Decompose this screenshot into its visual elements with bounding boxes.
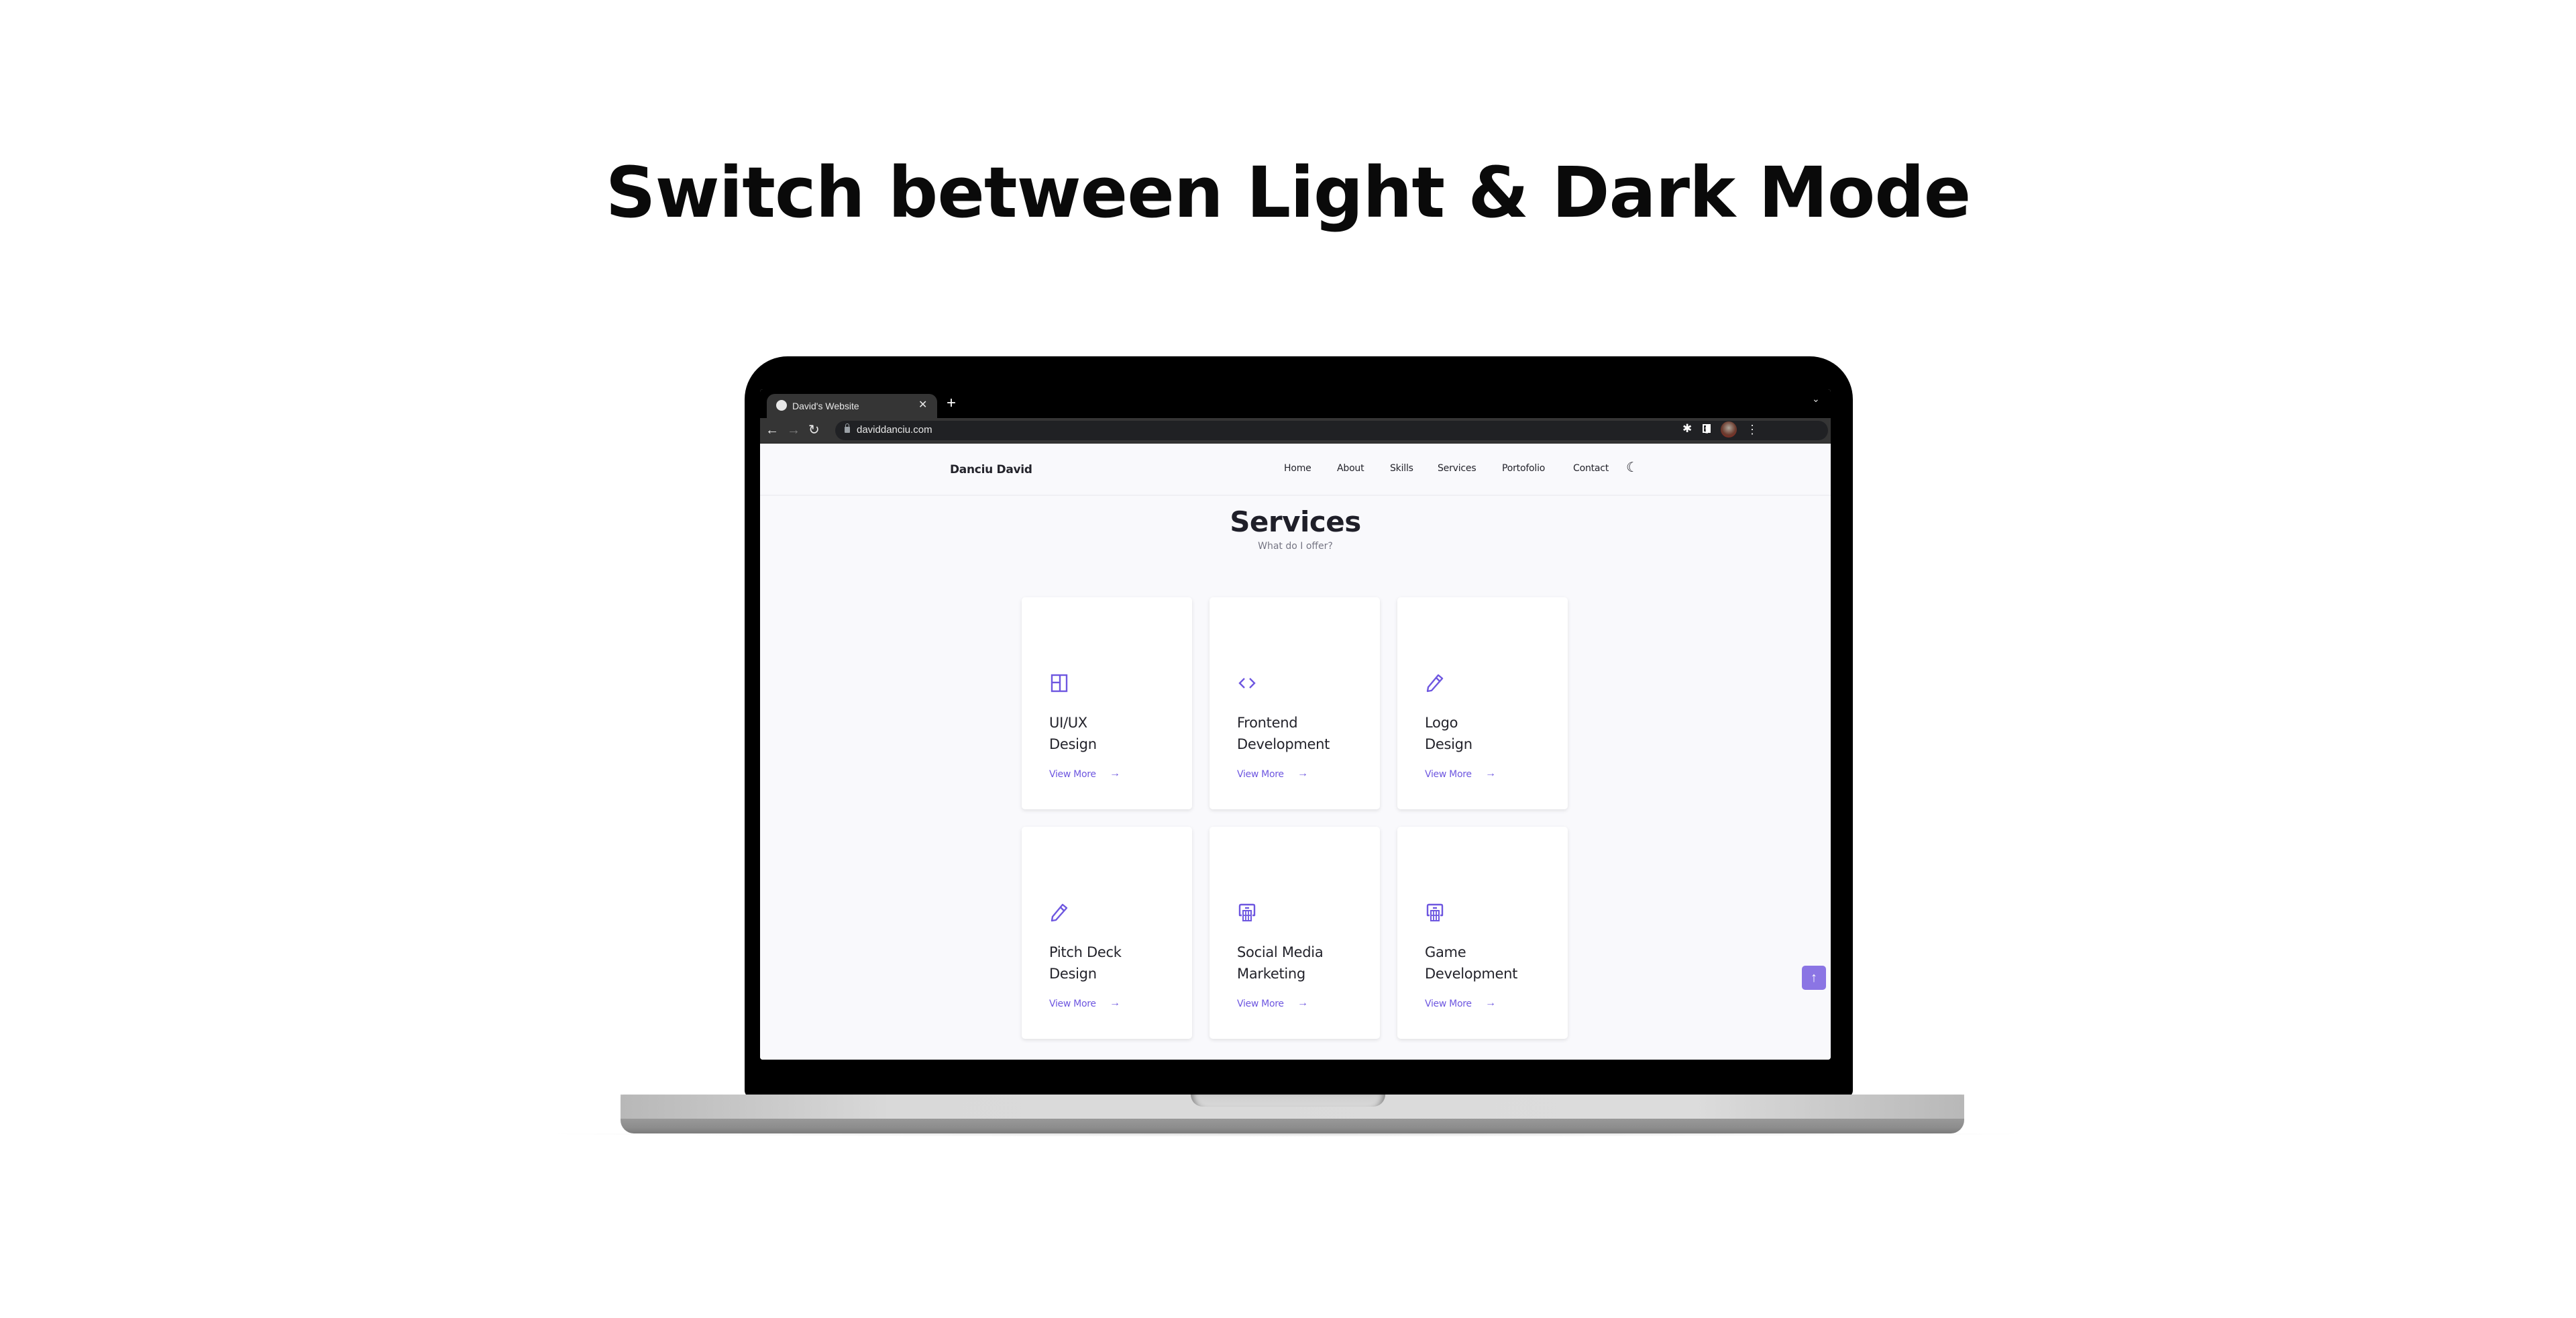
view-more-link[interactable]: View More <box>1049 769 1096 780</box>
view-more-link[interactable]: View More <box>1049 999 1096 1009</box>
browser-tab[interactable]: David's Website ✕ <box>767 394 937 418</box>
service-card: Frontend Development View More → <box>1210 597 1380 809</box>
close-icon[interactable]: ✕ <box>918 398 927 413</box>
nav-about[interactable]: About <box>1337 463 1364 474</box>
card-title-line1: Frontend <box>1237 715 1298 731</box>
laptop-screen: David's Website ✕ + ⌄ ← → ↻ daviddanciu.… <box>760 389 1831 1060</box>
globe-icon <box>776 400 787 411</box>
nav-services[interactable]: Services <box>1438 463 1477 474</box>
service-card: Social Media Marketing View More → <box>1210 827 1380 1039</box>
card-title-line1: Social Media <box>1237 944 1324 960</box>
browser-tab-bar: David's Website ✕ + ⌄ <box>760 389 1831 418</box>
nav-skills[interactable]: Skills <box>1390 463 1413 474</box>
page-headline: Switch between Light & Dark Mode <box>605 152 1972 234</box>
section-subtitle: What do I offer? <box>1258 541 1333 552</box>
layout-icon <box>1051 674 1068 693</box>
arrow-right-icon[interactable]: → <box>1297 997 1308 1009</box>
arrow-right-icon[interactable]: → <box>1485 768 1496 780</box>
nav-contact[interactable]: Contact <box>1573 463 1609 474</box>
view-more-link[interactable]: View More <box>1237 999 1284 1009</box>
card-title: Frontend Development <box>1237 712 1330 755</box>
view-more-link[interactable]: View More <box>1425 999 1472 1009</box>
laptop-hinge-notch <box>1191 1095 1385 1107</box>
card-title-line2: Development <box>1425 966 1518 982</box>
scroll-to-top-button[interactable]: ↑ <box>1802 966 1826 990</box>
section-title: Services <box>1230 505 1361 538</box>
card-title: Logo Design <box>1425 712 1472 755</box>
card-title: Game Development <box>1425 942 1517 984</box>
address-bar[interactable]: daviddanciu.com ⇪ ★ <box>835 421 1828 440</box>
browser-menu-icon[interactable]: ⋮ <box>1746 421 1758 438</box>
service-card: Game Development View More → <box>1397 827 1568 1039</box>
card-title-line2: Design <box>1425 736 1472 752</box>
card-title-line2: Development <box>1237 736 1330 752</box>
profile-avatar[interactable] <box>1721 421 1737 438</box>
card-title-line2: Marketing <box>1237 966 1305 982</box>
moon-icon[interactable]: ☾ <box>1626 459 1638 476</box>
reload-button[interactable]: ↻ <box>808 422 820 438</box>
site-logo[interactable]: Danciu David <box>950 463 1032 476</box>
service-card: UI/UX Design View More → <box>1022 597 1192 809</box>
site-header: Danciu David Home About Skills Services … <box>760 444 1831 496</box>
pencil-icon <box>1426 674 1444 693</box>
chevron-down-icon[interactable]: ⌄ <box>1812 393 1820 405</box>
service-card: Pitch Deck Design View More → <box>1022 827 1192 1039</box>
nav-home[interactable]: Home <box>1284 463 1311 474</box>
basket-icon <box>1238 903 1256 921</box>
view-more-link[interactable]: View More <box>1425 769 1472 780</box>
new-tab-button[interactable]: + <box>947 395 956 412</box>
arrow-right-icon[interactable]: → <box>1297 768 1308 780</box>
card-title: Social Media Marketing <box>1237 942 1324 984</box>
back-button[interactable]: ← <box>765 422 779 438</box>
browser-toolbar: ← → ↻ daviddanciu.com ⇪ ★ ✱ ⋮ <box>760 418 1831 444</box>
url-text[interactable]: daviddanciu.com <box>857 423 932 437</box>
basket-icon <box>1426 903 1444 921</box>
pencil-icon <box>1051 903 1068 922</box>
arrow-right-icon[interactable]: → <box>1110 997 1120 1009</box>
card-title-line2: Design <box>1049 966 1097 982</box>
card-title-line2: Design <box>1049 736 1097 752</box>
card-title: Pitch Deck Design <box>1049 942 1122 984</box>
nav-portfolio[interactable]: Portofolio <box>1502 463 1545 474</box>
service-card: Logo Design View More → <box>1397 597 1568 809</box>
arrow-right-icon[interactable]: → <box>1485 997 1496 1009</box>
tab-title: David's Website <box>792 401 859 411</box>
view-more-link[interactable]: View More <box>1237 769 1284 780</box>
card-title-line1: UI/UX <box>1049 715 1087 731</box>
arrow-right-icon[interactable]: → <box>1110 768 1120 780</box>
card-title-line1: Pitch Deck <box>1049 944 1122 960</box>
card-title-line1: Game <box>1425 944 1466 960</box>
card-title-line1: Logo <box>1425 715 1458 731</box>
lock-icon[interactable] <box>845 423 850 433</box>
code-icon <box>1238 678 1256 689</box>
website: Danciu David Home About Skills Services … <box>760 444 1831 1060</box>
card-title: UI/UX Design <box>1049 712 1097 755</box>
extensions-icon[interactable]: ✱ <box>1682 422 1692 436</box>
forward-button[interactable]: → <box>787 422 800 438</box>
side-panel-icon[interactable] <box>1703 424 1711 433</box>
